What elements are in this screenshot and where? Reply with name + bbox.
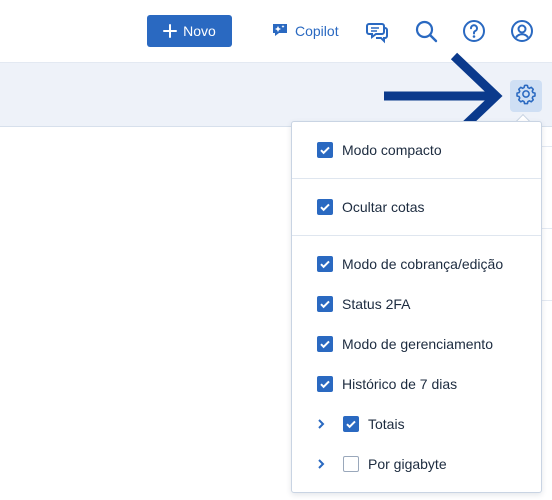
plus-icon: [163, 24, 178, 38]
user-icon[interactable]: [509, 18, 535, 44]
checkbox-checked[interactable]: [317, 376, 333, 392]
menu-option-per-gigabyte[interactable]: Por gigabyte: [316, 453, 447, 475]
menu-option-2fa-status[interactable]: Status 2FA: [317, 293, 410, 315]
copilot-icon: [271, 21, 289, 42]
new-button[interactable]: Novo: [147, 15, 232, 47]
menu-option-management-mode[interactable]: Modo de gerenciamento: [317, 333, 493, 355]
checkbox-checked[interactable]: [317, 199, 333, 215]
menu-option-label: Histórico de 7 dias: [342, 376, 458, 392]
menu-option-totals[interactable]: Totais: [316, 413, 405, 435]
menu-option-7-day-history[interactable]: Histórico de 7 dias: [317, 373, 457, 395]
chevron-right-icon[interactable]: [316, 418, 326, 430]
menu-option-billing-mode[interactable]: Modo de cobrança/edição: [317, 253, 503, 275]
column-settings-button[interactable]: [510, 80, 542, 112]
copilot-button[interactable]: Copilot: [271, 19, 339, 43]
table-row-divider: [542, 228, 552, 229]
menu-option-compact-mode[interactable]: Modo compacto: [317, 139, 442, 161]
menu-divider: [292, 178, 541, 179]
search-icon[interactable]: [413, 18, 439, 44]
new-button-label: Novo: [183, 23, 216, 39]
checkbox-checked[interactable]: [317, 142, 333, 158]
checkbox-checked[interactable]: [317, 336, 333, 352]
checkbox-unchecked[interactable]: [343, 456, 359, 472]
help-icon[interactable]: [461, 18, 487, 44]
menu-option-label: Modo de gerenciamento: [342, 336, 493, 352]
menu-option-label: Totais: [368, 416, 405, 432]
menu-option-label: Modo compacto: [342, 142, 442, 158]
checkbox-checked[interactable]: [317, 256, 333, 272]
chat-icon[interactable]: [364, 18, 390, 44]
checkbox-checked[interactable]: [343, 416, 359, 432]
chevron-right-icon[interactable]: [316, 458, 326, 470]
menu-option-label: Por gigabyte: [368, 456, 447, 472]
copilot-label: Copilot: [295, 23, 339, 39]
menu-divider: [292, 235, 541, 236]
menu-option-hide-quotas[interactable]: Ocultar cotas: [317, 196, 424, 218]
menu-option-label: Modo de cobrança/edição: [342, 256, 504, 272]
gear-icon: [515, 83, 537, 110]
table-row-divider: [542, 146, 552, 147]
checkbox-checked[interactable]: [317, 296, 333, 312]
table-row-divider: [542, 300, 552, 301]
menu-option-label: Ocultar cotas: [342, 199, 425, 215]
menu-option-label: Status 2FA: [342, 296, 411, 312]
